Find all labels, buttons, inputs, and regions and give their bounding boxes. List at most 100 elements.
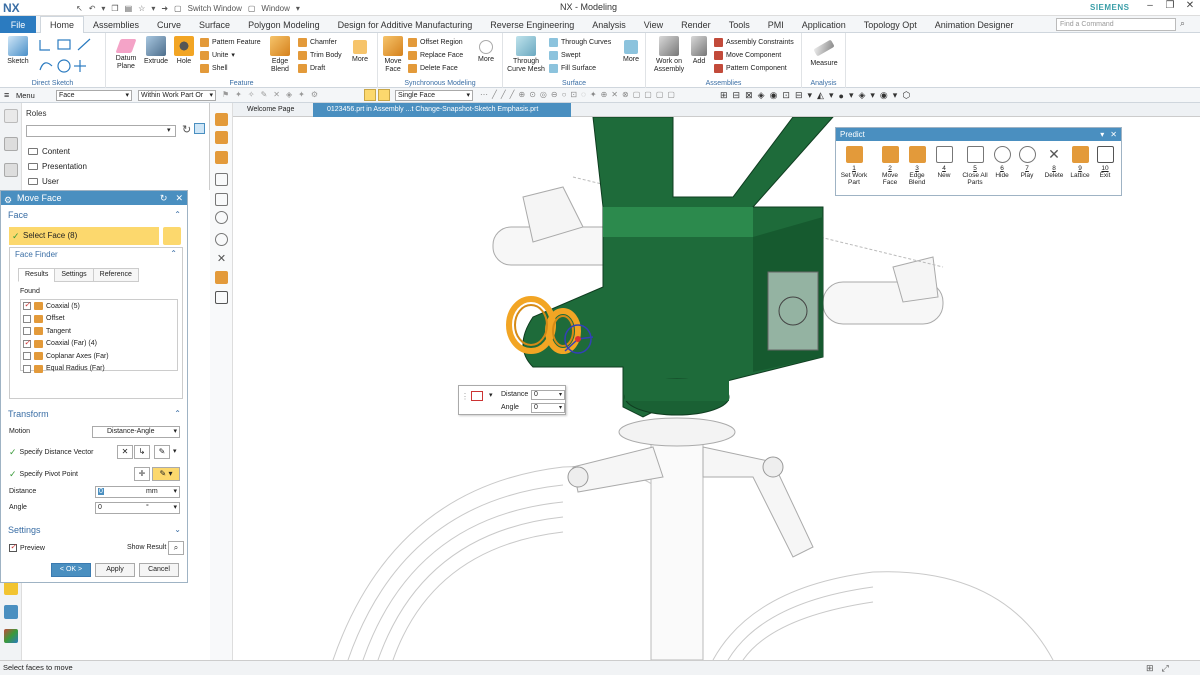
transform-section-header[interactable]: Transform ⌃ [1, 407, 187, 421]
measure-button[interactable]: Measure [808, 36, 840, 68]
tab-assemblies[interactable]: Assemblies [84, 16, 148, 33]
face-section-header[interactable]: Face ⌃ [1, 208, 187, 222]
float-distance-input[interactable]: 0 [531, 390, 565, 400]
tab-render[interactable]: Render [672, 16, 720, 33]
pattern-feature-button[interactable]: Pattern Feature [200, 36, 261, 49]
fullscreen-icon[interactable]: ⤢ [1162, 663, 1169, 674]
gear-icon[interactable] [4, 109, 18, 123]
ok-button[interactable]: < OK > [51, 563, 91, 577]
face-rule-select[interactable]: Single Face [395, 90, 473, 101]
checkbox[interactable] [23, 338, 31, 348]
restore-icon[interactable]: ❐ [1160, 0, 1180, 11]
list-item[interactable]: Coaxial (Far) (4) [21, 338, 177, 351]
copy-icon[interactable]: ❐ [111, 4, 118, 13]
predict-item-set-work-part[interactable]: 1 Set Work Part [840, 146, 868, 186]
sync-more-button[interactable]: More [474, 36, 498, 64]
fill-surface-button[interactable]: Fill Surface [549, 62, 611, 75]
history-icon[interactable] [4, 137, 18, 151]
draft-button[interactable]: Draft [298, 62, 342, 75]
predict-title-bar[interactable]: Predict ▾ ✕ [836, 128, 1121, 141]
new-icon[interactable] [215, 173, 228, 186]
show-result-button[interactable]: ⌕ [168, 541, 184, 555]
tab-file[interactable]: File [0, 16, 36, 33]
tab-polygon-modeling[interactable]: Polygon Modeling [239, 16, 329, 33]
graphics-window[interactable] [233, 117, 1200, 660]
pattern-component-button[interactable]: Pattern Component [714, 62, 794, 75]
close-icon[interactable]: ✕ [1110, 128, 1117, 141]
folder-user[interactable]: User [28, 177, 59, 186]
predict-item-new[interactable]: 4 New [930, 146, 958, 179]
sketch-button[interactable]: Sketch [4, 36, 32, 66]
edge-blend-icon[interactable] [215, 151, 228, 164]
reset-icon[interactable]: ↻ [160, 191, 168, 205]
shell-button[interactable]: Shell [200, 62, 261, 75]
undo-icon[interactable]: ↶ [89, 4, 96, 13]
replace-face-button[interactable]: Replace Face [408, 49, 463, 62]
surface-more-button[interactable]: More [619, 36, 643, 64]
hide-icon[interactable] [215, 211, 228, 224]
vector-reverse-button[interactable]: ✕ [117, 445, 133, 459]
face-selection-icon[interactable] [163, 227, 181, 245]
roles-select[interactable] [26, 125, 176, 137]
orange-box-icon[interactable] [215, 113, 228, 126]
unite-button[interactable]: Unite ▾ [200, 49, 261, 62]
list-item[interactable]: Coaxial (5) [21, 300, 177, 313]
hole-button[interactable]: Hole [172, 36, 196, 66]
extrude-button[interactable]: Extrude [142, 36, 170, 66]
delete-icon[interactable]: ✕ [215, 253, 228, 266]
feature-more-button[interactable]: More [348, 36, 372, 64]
tab-design-additive[interactable]: Design for Additive Manufacturing [329, 16, 482, 33]
tab-settings[interactable]: Settings [54, 268, 94, 282]
switch-window-button[interactable]: Switch Window [188, 4, 242, 13]
trim-body-button[interactable]: Trim Body [298, 49, 342, 62]
motion-select[interactable]: Distance-Angle [92, 426, 180, 438]
chevron-down-icon[interactable]: ▾ [489, 391, 493, 399]
move-component-button[interactable]: Move Component [714, 49, 794, 62]
predict-item-play[interactable]: 7 Play [1013, 146, 1041, 179]
delete-face-button[interactable]: Delete Face [408, 62, 463, 75]
predict-item-delete[interactable]: ✕ 8 Delete [1040, 146, 1068, 179]
swept-button[interactable]: Swept [549, 49, 611, 62]
tab-analysis[interactable]: Analysis [583, 16, 635, 33]
distance-input[interactable]: 0 mm [95, 486, 180, 498]
checkbox[interactable] [23, 327, 31, 336]
filter-icon[interactable] [378, 89, 390, 101]
view-tools[interactable]: ⊞ ⊟ ⊠ ◈ ◉ ⊡ ⊟ ▾ ◭ ▾ ● ▾ ◈ ▾ ◉ ▾ ⬡ [720, 90, 910, 101]
snap-icon[interactable] [364, 89, 376, 101]
tab-reverse-engineering[interactable]: Reverse Engineering [481, 16, 583, 33]
chevron-up-icon[interactable]: ⌃ [170, 249, 177, 258]
point-inferred-button[interactable]: ✎ ▾ [152, 467, 180, 481]
part-navigator-icon[interactable] [4, 163, 18, 177]
checkbox[interactable] [23, 314, 31, 323]
minimize-icon[interactable]: – [1140, 0, 1160, 11]
point-dialog-button[interactable]: ✛ [134, 467, 150, 481]
sketch-curve-tools[interactable] [36, 36, 102, 76]
grid-icon[interactable]: ⊞ [1146, 663, 1154, 674]
chevron-down-icon[interactable]: ▾ [167, 126, 171, 134]
image-icon[interactable] [194, 123, 205, 134]
selection-tools[interactable]: ⚑✦✧✎✕◈✦⚙ [222, 90, 362, 101]
play-icon[interactable] [215, 233, 228, 246]
apply-button[interactable]: Apply [95, 563, 135, 577]
dialog-title-bar[interactable]: ⚙ Move Face ↻ ✕ [1, 191, 187, 205]
predict-item-edge-blend[interactable]: 3 Edge Blend [903, 146, 931, 186]
tab-surface[interactable]: Surface [190, 16, 239, 33]
through-curve-mesh-button[interactable]: Through Curve Mesh [505, 36, 547, 74]
checkbox[interactable] [23, 364, 31, 373]
move-face-button[interactable]: Move Face [380, 36, 406, 74]
tab-results[interactable]: Results [18, 268, 56, 282]
roles-icon[interactable] [4, 581, 18, 595]
tab-tools[interactable]: Tools [720, 16, 759, 33]
folder-content[interactable]: Content [28, 147, 70, 156]
add-component-button[interactable]: Add [688, 36, 710, 66]
selection-scope-select[interactable]: Within Work Part Or [138, 90, 216, 101]
menu-button[interactable]: Menu [16, 91, 35, 100]
tab-home[interactable]: Home [40, 16, 85, 33]
edge-blend-button[interactable]: Edge Blend [266, 36, 294, 74]
redo-icon[interactable]: ▾ [101, 4, 105, 13]
chevron-down-icon[interactable]: ▾ [1100, 128, 1104, 141]
folder-presentation[interactable]: Presentation [28, 162, 87, 171]
window-menu[interactable]: Window [261, 4, 289, 13]
tab-application[interactable]: Application [793, 16, 855, 33]
list-item[interactable]: Coplanar Axes (Far) [21, 350, 177, 363]
